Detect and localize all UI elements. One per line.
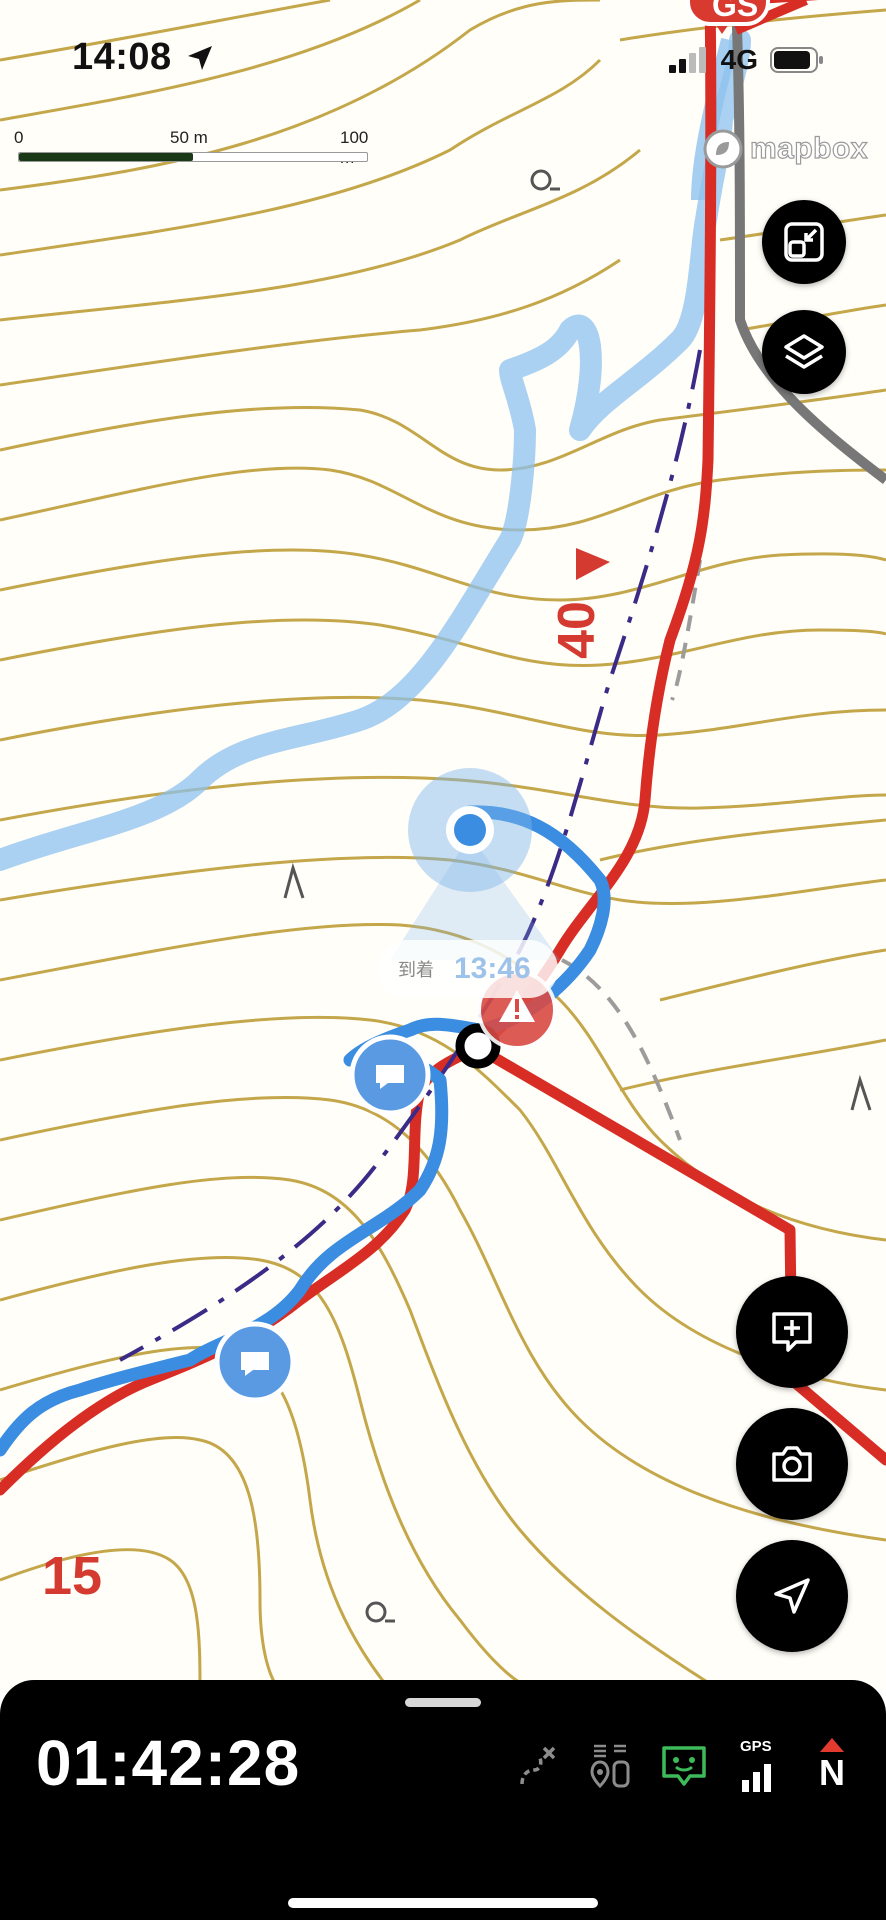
fit-bounds-button[interactable] [762,200,846,284]
north-compass-icon[interactable]: N [808,1738,856,1793]
eta-chip[interactable]: 到着 13:46 [378,940,558,998]
bottom-panel[interactable]: 01:42:28 GPS N [0,1680,886,1920]
scale-label-50: 50 m [170,128,208,147]
navigation-arrow-icon [774,1578,810,1614]
direction-arrow-icon [576,548,610,580]
gps-signal-icon: GPS [734,1738,782,1792]
members-icon[interactable] [586,1740,634,1792]
camera-icon [772,1446,812,1482]
current-location-dot [454,814,486,846]
chat-status-icon[interactable] [660,1740,708,1792]
eta-label: 到着 [398,960,434,980]
home-indicator [288,1898,598,1908]
panel-grabber[interactable] [405,1698,481,1707]
mapbox-logo-icon [703,129,743,169]
comment-marker[interactable] [349,1034,431,1116]
add-note-button[interactable] [736,1276,848,1388]
scale-label-0: 0 [14,128,24,147]
eta-time: 13:46 [454,952,531,985]
compass-label: N [819,1752,845,1793]
scale-bar: 0 50 m 100 m [14,128,378,168]
locate-me-button[interactable] [736,1540,848,1652]
network-type: 4G [720,44,758,75]
status-time: 14:08 [72,36,172,78]
add-note-icon [772,1312,812,1352]
scale-bar-fill [19,153,193,161]
mapbox-text: mapbox [749,131,868,165]
status-bar: 14:08 4G [0,0,886,110]
fit-bounds-icon [784,222,824,262]
status-icons: GPS N [512,1738,856,1793]
route-off-icon[interactable] [512,1740,560,1792]
elapsed-time: 01:42:28 [36,1727,301,1799]
location-arrow-icon [188,46,212,70]
camera-button[interactable] [736,1408,848,1520]
mapbox-attribution[interactable]: mapbox [702,128,868,170]
layers-icon [784,334,824,369]
layers-button[interactable] [762,310,846,394]
battery-icon [770,47,823,73]
contour-label-40: 40 [547,601,606,659]
scale-label-100: 100 m [340,128,369,167]
comment-marker[interactable] [214,1321,296,1403]
cellular-signal-icon [668,47,706,73]
contour-label-15: 15 [42,1546,103,1606]
